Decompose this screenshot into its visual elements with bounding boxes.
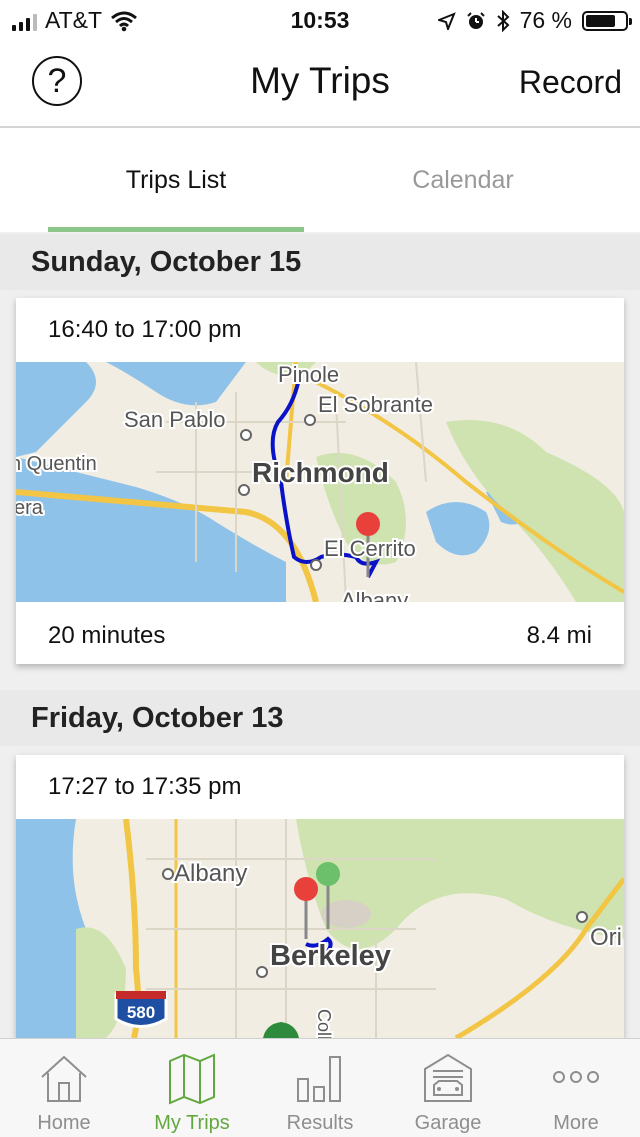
map-label: Richmond — [252, 457, 389, 488]
bottom-tab-bar: Home My Trips Results Garage More — [0, 1038, 640, 1137]
tab-results[interactable]: Results — [256, 1039, 384, 1137]
tab-label: Garage — [414, 1112, 482, 1134]
trip-distance: 8.4 mi — [526, 622, 592, 649]
tab-garage[interactable]: Garage — [384, 1039, 512, 1137]
trip-time-range: 16:40 to 17:00 pm — [48, 316, 242, 343]
map-label: Ori — [590, 924, 622, 951]
trip-map[interactable]: 580 Albany Berkeley Ori Coll — [16, 819, 624, 1038]
map-icon — [169, 1053, 215, 1105]
map-label: Berkeley — [270, 940, 391, 972]
trip-time-range: 17:27 to 17:35 pm — [48, 773, 242, 800]
trip-summary: 20 minutes 8.4 mi — [16, 602, 624, 664]
map-label: era — [16, 497, 44, 519]
map-label: Albany — [174, 860, 247, 887]
more-icon — [553, 1071, 599, 1083]
status-bar: AT&T 10:53 76 % — [0, 0, 640, 40]
tab-calendar[interactable]: Calendar — [335, 166, 591, 195]
tab-label: My Trips — [154, 1112, 230, 1134]
trip-card[interactable]: 17:27 to 17:35 pm 580 Albany Berkeley Or… — [16, 755, 624, 1038]
map-label: Albany — [341, 588, 408, 602]
trip-map[interactable]: Pinole El Sobrante San Pablo n Quentin R… — [16, 362, 624, 602]
tab-label: More — [553, 1112, 599, 1134]
date-header-label: Sunday, October 15 — [31, 246, 302, 278]
trip-duration: 20 minutes — [48, 622, 166, 649]
map-label: San Pablo — [124, 407, 226, 432]
interstate-label: 580 — [127, 1003, 155, 1022]
map-label: El Sobrante — [318, 392, 433, 417]
tab-label: Results — [286, 1112, 354, 1134]
battery-percent: 76 % — [519, 7, 572, 33]
map-label: Coll — [314, 1009, 334, 1038]
date-header: Sunday, October 15 — [0, 234, 640, 290]
battery-icon — [582, 10, 632, 31]
trip-card[interactable]: 16:40 to 17:00 pm Pinole El Sobrante San… — [16, 298, 624, 664]
date-header: Friday, October 13 — [0, 690, 640, 746]
active-tab-indicator — [48, 227, 304, 232]
tab-trips-list[interactable]: Trips List — [48, 166, 304, 195]
tab-my-trips[interactable]: My Trips — [128, 1039, 256, 1137]
map-label: El Cerrito — [324, 536, 416, 561]
view-tabs: Trips List Calendar — [0, 128, 640, 232]
date-header-label: Friday, October 13 — [31, 702, 284, 734]
bluetooth-icon — [496, 9, 510, 32]
navigation-bar: ? My Trips Record — [0, 40, 640, 128]
map-label: Pinole — [278, 362, 339, 387]
home-icon — [41, 1055, 87, 1102]
location-arrow-icon — [437, 11, 456, 30]
interstate-580-icon: 580 — [114, 991, 168, 1028]
tab-home[interactable]: Home — [0, 1039, 128, 1137]
record-button[interactable]: Record — [519, 64, 622, 101]
tab-label: Home — [37, 1112, 91, 1134]
tab-more[interactable]: More — [512, 1039, 640, 1137]
alarm-icon — [466, 11, 485, 29]
bar-chart-icon — [297, 1056, 341, 1102]
map-label: n Quentin — [16, 453, 97, 475]
garage-icon — [424, 1053, 472, 1102]
